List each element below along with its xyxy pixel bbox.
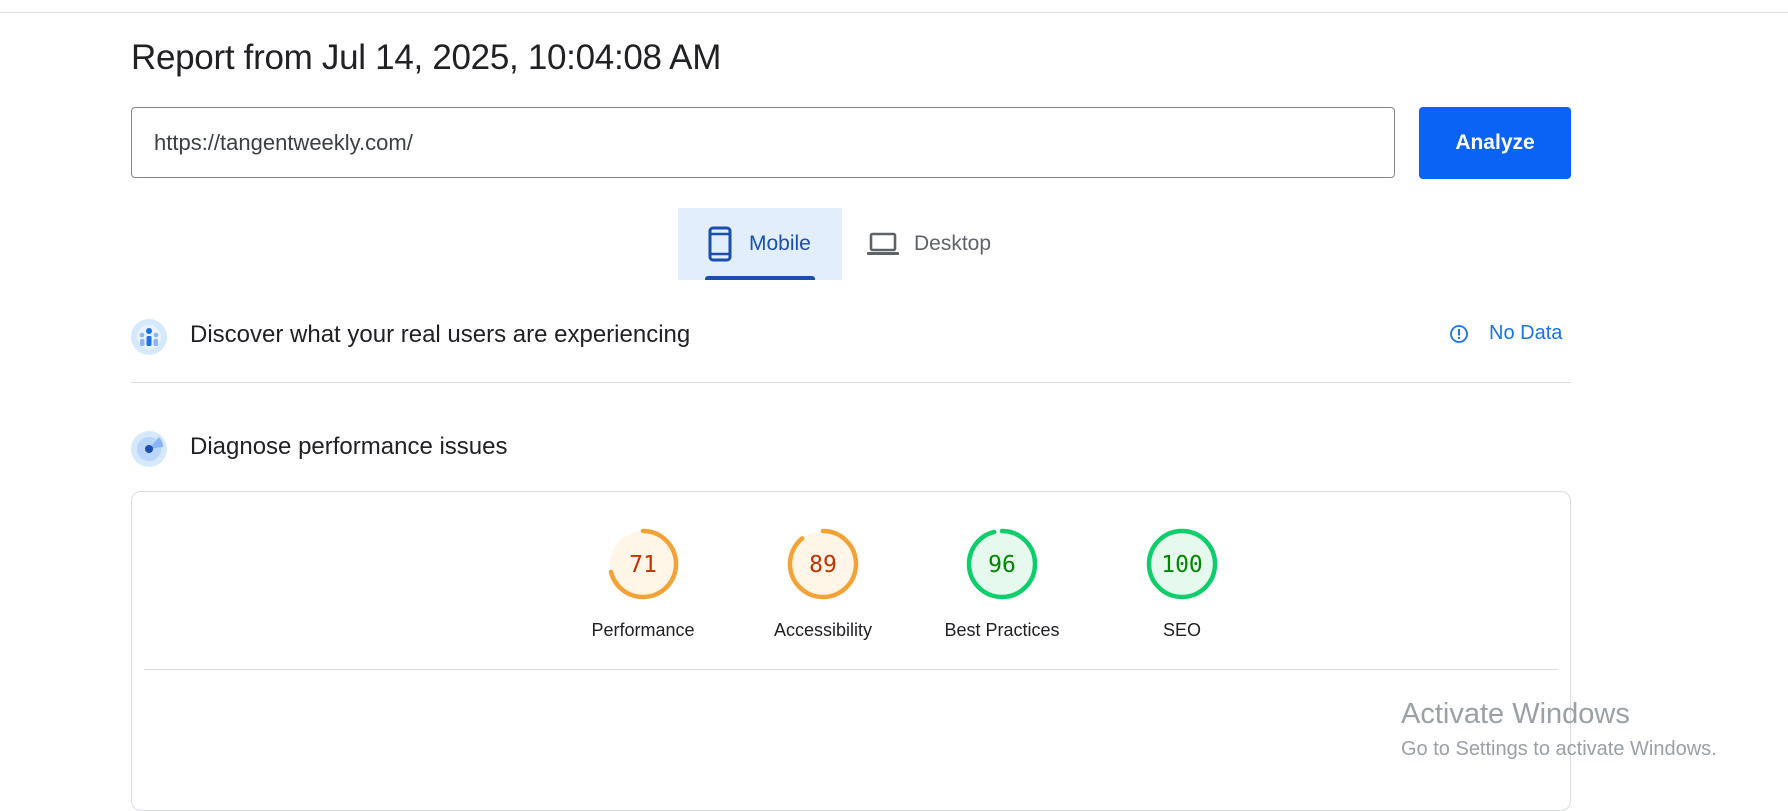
score-gauge[interactable]: 71 Performance	[573, 526, 713, 641]
score-ring: 100	[1146, 528, 1218, 600]
url-input[interactable]	[131, 107, 1395, 178]
score-value: 89	[809, 552, 837, 578]
score-ring: 71	[607, 528, 679, 600]
lighthouse-icon	[131, 431, 167, 467]
score-value: 100	[1161, 552, 1203, 578]
score-gauge[interactable]: 89 Accessibility	[753, 526, 893, 641]
tab-desktop[interactable]: Desktop	[866, 208, 1016, 280]
section-divider	[131, 382, 1571, 383]
no-data-label: No Data	[1489, 322, 1563, 344]
page-title: Report from Jul 14, 2025, 10:04:08 AM	[131, 38, 722, 77]
lab-data-title: Diagnose performance issues	[190, 433, 508, 460]
field-data-title: Discover what your real users are experi…	[190, 321, 691, 348]
watermark-line2: Go to Settings to activate Windows.	[1401, 738, 1717, 760]
score-label: Performance	[591, 620, 695, 640]
score-value: 96	[988, 552, 1016, 578]
tab-mobile[interactable]: Mobile	[678, 208, 842, 280]
score-label: Best Practices	[944, 620, 1060, 640]
card-divider	[144, 669, 1558, 670]
score-ring: 96	[966, 528, 1038, 600]
watermark-line1: Activate Windows	[1401, 698, 1630, 730]
score-gauge[interactable]: 96 Best Practices	[932, 526, 1072, 641]
score-gauge[interactable]: 100 SEO	[1112, 526, 1252, 641]
no-data-link[interactable]: No Data	[1449, 322, 1562, 345]
activate-windows-watermark: Activate Windows Go to Settings to activ…	[1401, 698, 1717, 761]
scores-card: 71 Performance 89 Accessibility 96 Best Pract…	[131, 491, 1571, 811]
smartphone-icon	[708, 226, 732, 262]
crux-users-icon	[131, 319, 167, 355]
info-icon	[1450, 324, 1468, 343]
score-value: 71	[629, 552, 657, 578]
tab-desktop-label: Desktop	[914, 232, 992, 255]
laptop-icon	[867, 232, 899, 255]
top-divider	[0, 12, 1788, 13]
score-label: Accessibility	[773, 620, 873, 640]
score-label: SEO	[1162, 620, 1201, 640]
score-ring: 89	[787, 528, 859, 600]
analyze-button[interactable]: Analyze	[1419, 107, 1571, 179]
tab-mobile-label: Mobile	[749, 232, 811, 255]
selected-tab-indicator	[705, 276, 815, 280]
